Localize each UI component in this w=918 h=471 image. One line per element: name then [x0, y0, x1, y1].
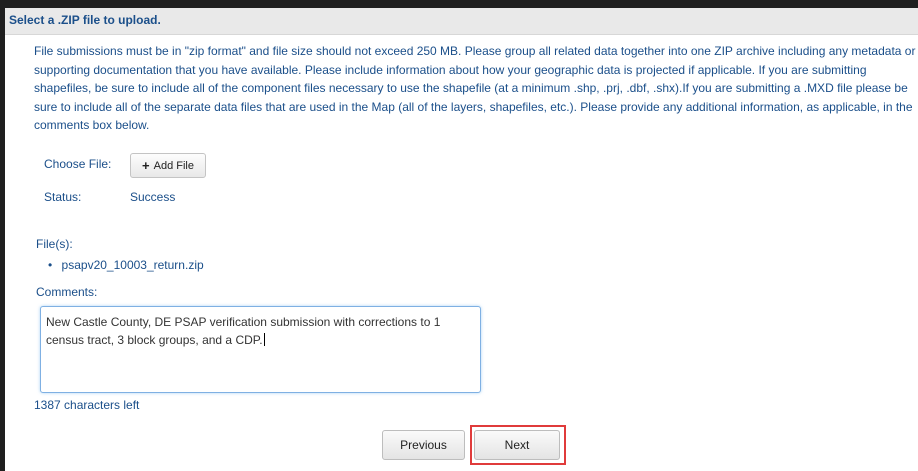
section-header: Select a .ZIP file to upload.: [5, 8, 918, 35]
files-label: File(s):: [36, 237, 73, 251]
bullet-icon: •: [48, 258, 53, 272]
previous-button[interactable]: Previous: [382, 430, 465, 460]
text-cursor: [263, 333, 265, 346]
plus-icon: +: [142, 158, 150, 173]
characters-left-counter: 1387 characters left: [34, 398, 140, 412]
comments-textarea[interactable]: New Castle County, DE PSAP verification …: [40, 306, 481, 393]
section-title: Select a .ZIP file to upload.: [9, 13, 161, 27]
file-name: psapv20_10003_return.zip: [61, 258, 204, 272]
comments-label: Comments:: [36, 285, 98, 299]
instructions-text: File submissions must be in "zip format"…: [34, 44, 916, 132]
status-label: Status:: [44, 190, 82, 204]
add-file-button[interactable]: + Add File: [130, 153, 206, 178]
next-button-highlight: [470, 425, 566, 465]
comments-text: New Castle County, DE PSAP verification …: [46, 315, 441, 347]
file-list-item: • psapv20_10003_return.zip: [48, 258, 204, 272]
window-frame-top: [0, 0, 918, 8]
add-file-label: Add File: [153, 159, 194, 172]
status-value: Success: [130, 190, 176, 204]
choose-file-label: Choose File:: [44, 157, 112, 171]
previous-button-label: Previous: [400, 438, 447, 452]
